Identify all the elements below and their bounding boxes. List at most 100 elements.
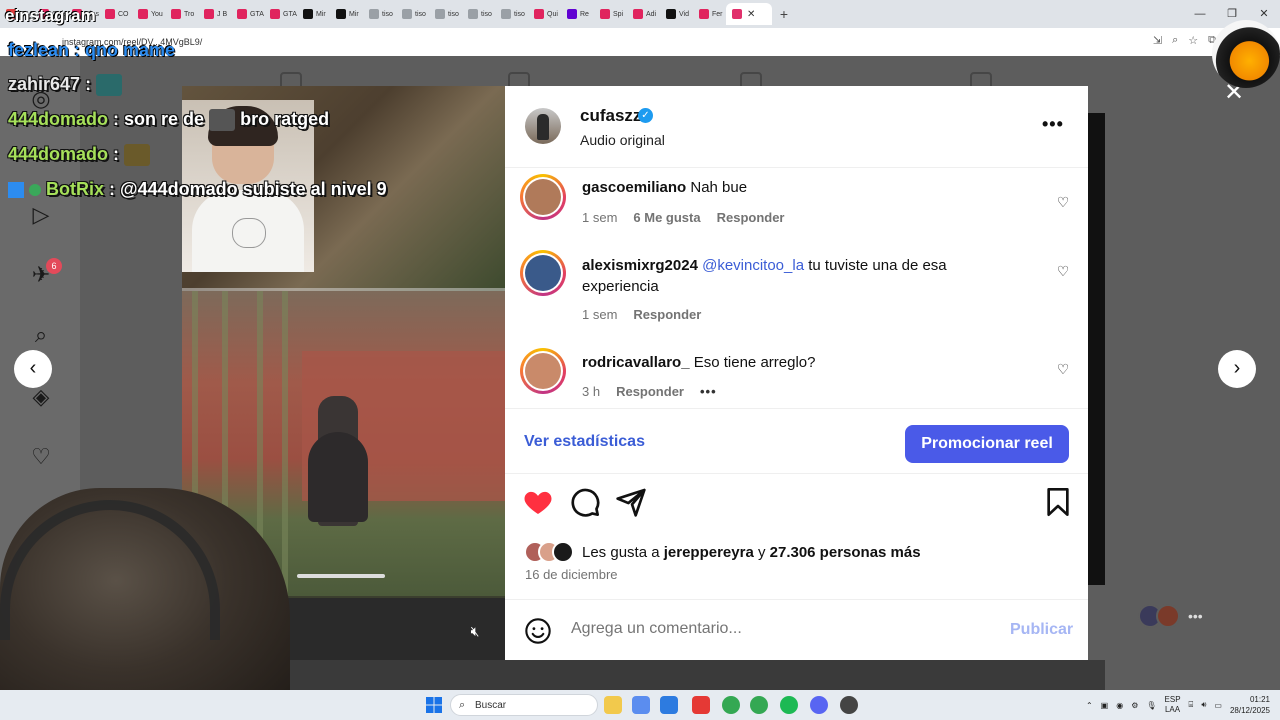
browser-tab[interactable]: Qui: [528, 3, 561, 25]
browser-tab[interactable]: tiso: [462, 3, 495, 25]
browser-tab[interactable]: J B: [198, 3, 231, 25]
obs-icon[interactable]: [840, 696, 858, 714]
tab-favicon-icon: [303, 9, 313, 19]
chrome-active-icon[interactable]: [750, 696, 768, 714]
clock-date: 28/12/2025: [1229, 706, 1270, 715]
view-insights-link[interactable]: Ver estadísticas: [524, 433, 645, 451]
volume-icon[interactable]: 🔊︎: [1201, 700, 1206, 710]
emoji-icon[interactable]: [524, 617, 552, 645]
reels-icon[interactable]: ▷: [28, 202, 54, 228]
windows-start-icon[interactable]: [426, 697, 442, 713]
browser-tab[interactable]: Mir: [297, 3, 330, 25]
comment-like-heart-icon[interactable]: ♡: [1055, 361, 1071, 377]
browser-tab[interactable]: tiso: [396, 3, 429, 25]
browser-tab[interactable]: tiso: [495, 3, 528, 25]
minimize-icon[interactable]: —: [1184, 0, 1216, 28]
comment-username[interactable]: alexismixrg2024: [582, 257, 698, 274]
file-explorer-icon[interactable]: [604, 696, 622, 714]
copilot-icon[interactable]: [632, 696, 650, 714]
reply-button[interactable]: Responder: [616, 384, 684, 399]
tray-app-icon[interactable]: ◉: [1116, 701, 1123, 710]
tab-active-instagram[interactable]: ✕: [726, 3, 772, 25]
reply-button[interactable]: Responder: [633, 307, 701, 322]
likes-summary[interactable]: Les gusta a jereppereyra y 27.306 person…: [524, 540, 921, 564]
audio-label[interactable]: Audio original: [580, 132, 665, 148]
tray-overflow-icon[interactable]: ⌃: [1086, 701, 1093, 710]
browser-tab[interactable]: CO: [99, 3, 132, 25]
clock[interactable]: 01:21 28/12/2025: [1230, 694, 1270, 716]
reactions-preview: •••: [1138, 604, 1203, 628]
browser-tab[interactable]: Fer: [693, 3, 726, 25]
browser-tab[interactable]: Tro: [165, 3, 198, 25]
mute-icon[interactable]: 🔇︎: [464, 620, 486, 642]
spotify-icon[interactable]: [780, 696, 798, 714]
browser-tab[interactable]: Re: [561, 3, 594, 25]
chat-emote: [209, 109, 236, 132]
chrome-icon[interactable]: [722, 696, 740, 714]
zoom-icon[interactable]: ⌕: [1172, 34, 1178, 47]
comment-avatar[interactable]: [520, 348, 566, 394]
new-tab-button[interactable]: +: [772, 6, 796, 22]
share-icon[interactable]: [615, 486, 647, 518]
browser-tab[interactable]: tiso: [363, 3, 396, 25]
more-options-icon[interactable]: •••: [1042, 114, 1064, 135]
browser-tab[interactable]: Adi: [627, 3, 660, 25]
post-date: 16 de diciembre: [525, 567, 618, 582]
comment-avatar[interactable]: [520, 174, 566, 220]
comment-mention[interactable]: @kevincitoo_la: [702, 257, 804, 274]
battery-icon[interactable]: ▭: [1214, 701, 1222, 710]
browser-tab[interactable]: Mir: [330, 3, 363, 25]
bunny-print: [232, 218, 266, 248]
app-w-icon[interactable]: [692, 696, 710, 714]
discord-icon[interactable]: [810, 696, 828, 714]
store-icon[interactable]: [660, 696, 678, 714]
author-avatar[interactable]: [525, 108, 561, 144]
video-progress-bar[interactable]: [297, 574, 385, 578]
comment-likes[interactable]: 6 Me gusta: [633, 210, 700, 225]
tab-label: Fer: [712, 10, 723, 18]
tab-favicon-icon: [171, 9, 181, 19]
liked-by-others[interactable]: 27.306 personas más: [770, 544, 921, 561]
microphone-icon[interactable]: 🎙︎: [1146, 701, 1156, 710]
comment-avatar[interactable]: [520, 250, 566, 296]
comment-like-heart-icon[interactable]: ♡: [1055, 194, 1071, 210]
tray-app-icon[interactable]: ▣: [1101, 701, 1109, 710]
comment-like-heart-icon[interactable]: ♡: [1055, 263, 1071, 279]
tab-label: Mir: [316, 10, 326, 18]
more-dots-icon[interactable]: •••: [1188, 608, 1203, 624]
browser-tab[interactable]: You: [132, 3, 165, 25]
publish-button[interactable]: Publicar: [1010, 621, 1073, 639]
notifications-heart-icon[interactable]: ♡: [28, 444, 54, 470]
post-header: cufaszz ✓ Audio original •••: [505, 86, 1088, 168]
comment-time: 3 h: [582, 384, 601, 399]
browser-tab[interactable]: GTA: [264, 3, 297, 25]
prev-reel-chevron-icon[interactable]: ‹: [14, 350, 52, 388]
comment-more-icon[interactable]: •••: [700, 384, 717, 399]
browser-tab[interactable]: Vid: [660, 3, 693, 25]
comment-username[interactable]: rodricavallaro_: [582, 354, 690, 371]
browser-tab[interactable]: tiso: [429, 3, 462, 25]
save-bookmark-icon[interactable]: [1042, 486, 1074, 518]
comment-icon[interactable]: [569, 486, 601, 518]
language-indicator[interactable]: ESP LAA: [1165, 695, 1181, 715]
reply-button[interactable]: Responder: [717, 210, 785, 225]
close-tab-icon[interactable]: ✕: [747, 9, 755, 20]
browser-tab[interactable]: GTA: [231, 3, 264, 25]
install-icon[interactable]: ⇲: [1153, 34, 1162, 47]
watermark-text: einstagram: [5, 6, 96, 25]
next-reel-chevron-icon[interactable]: ›: [1218, 350, 1256, 388]
promote-reel-button[interactable]: Promocionar reel: [905, 425, 1069, 463]
search-icon[interactable]: ⌕: [28, 322, 54, 348]
comment-username[interactable]: gascoemiliano: [582, 179, 686, 196]
browser-tab[interactable]: Spi: [594, 3, 627, 25]
tab-favicon-icon: [270, 9, 280, 19]
comment-input[interactable]: [571, 620, 971, 638]
bookmark-star-icon[interactable]: ☆: [1188, 34, 1198, 47]
liked-by-user[interactable]: jereppereyra: [664, 544, 754, 561]
author-username[interactable]: cufaszz: [580, 106, 641, 126]
network-icon[interactable]: ⌸: [1189, 700, 1194, 710]
chat-username: BotRix: [46, 179, 105, 199]
taskbar-search[interactable]: ⌕ Buscar: [450, 694, 598, 716]
liked-heart-icon[interactable]: [522, 486, 554, 518]
tray-app-icon[interactable]: ⚙: [1131, 701, 1138, 710]
